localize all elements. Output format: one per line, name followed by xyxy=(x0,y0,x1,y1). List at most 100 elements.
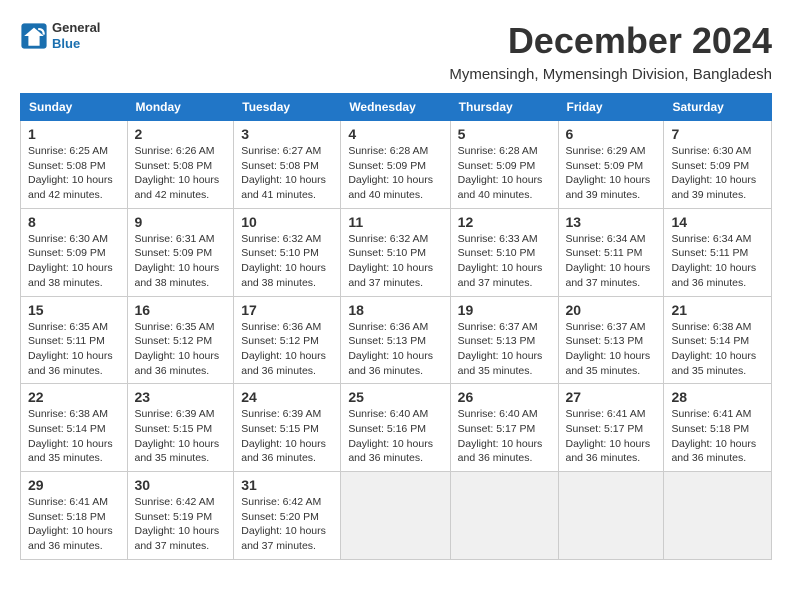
table-row: 9 Sunrise: 6:31 AMSunset: 5:09 PMDayligh… xyxy=(127,208,234,296)
table-row: 24 Sunrise: 6:39 AMSunset: 5:15 PMDaylig… xyxy=(234,384,341,472)
day-number: 27 xyxy=(566,389,657,405)
table-row: 27 Sunrise: 6:41 AMSunset: 5:17 PMDaylig… xyxy=(558,384,664,472)
day-number: 19 xyxy=(458,302,551,318)
header: General Blue December 2024 xyxy=(20,20,772,62)
logo-general: General xyxy=(52,20,100,36)
day-info: Sunrise: 6:30 AMSunset: 5:09 PMDaylight:… xyxy=(671,145,756,201)
table-row: 28 Sunrise: 6:41 AMSunset: 5:18 PMDaylig… xyxy=(664,384,772,472)
day-info: Sunrise: 6:38 AMSunset: 5:14 PMDaylight:… xyxy=(28,408,113,464)
calendar-week-row: 8 Sunrise: 6:30 AMSunset: 5:09 PMDayligh… xyxy=(21,208,772,296)
day-info: Sunrise: 6:37 AMSunset: 5:13 PMDaylight:… xyxy=(566,321,651,377)
day-info: Sunrise: 6:40 AMSunset: 5:17 PMDaylight:… xyxy=(458,408,543,464)
day-info: Sunrise: 6:35 AMSunset: 5:12 PMDaylight:… xyxy=(135,321,220,377)
table-row: 18 Sunrise: 6:36 AMSunset: 5:13 PMDaylig… xyxy=(341,296,450,384)
table-row: 1 Sunrise: 6:25 AMSunset: 5:08 PMDayligh… xyxy=(21,121,128,209)
day-info: Sunrise: 6:28 AMSunset: 5:09 PMDaylight:… xyxy=(458,145,543,201)
day-info: Sunrise: 6:25 AMSunset: 5:08 PMDaylight:… xyxy=(28,145,113,201)
day-info: Sunrise: 6:30 AMSunset: 5:09 PMDaylight:… xyxy=(28,233,113,289)
day-number: 7 xyxy=(671,126,764,142)
table-row: 6 Sunrise: 6:29 AMSunset: 5:09 PMDayligh… xyxy=(558,121,664,209)
day-info: Sunrise: 6:31 AMSunset: 5:09 PMDaylight:… xyxy=(135,233,220,289)
logo-text: General Blue xyxy=(52,20,100,51)
day-number: 18 xyxy=(348,302,442,318)
day-number: 25 xyxy=(348,389,442,405)
header-wednesday: Wednesday xyxy=(341,94,450,121)
header-saturday: Saturday xyxy=(664,94,772,121)
day-number: 5 xyxy=(458,126,551,142)
table-row: 31 Sunrise: 6:42 AMSunset: 5:20 PMDaylig… xyxy=(234,472,341,560)
table-row: 7 Sunrise: 6:30 AMSunset: 5:09 PMDayligh… xyxy=(664,121,772,209)
title-block: December 2024 xyxy=(508,20,772,62)
day-info: Sunrise: 6:36 AMSunset: 5:13 PMDaylight:… xyxy=(348,321,433,377)
table-row: 16 Sunrise: 6:35 AMSunset: 5:12 PMDaylig… xyxy=(127,296,234,384)
logo-blue: Blue xyxy=(52,36,100,52)
table-row: 4 Sunrise: 6:28 AMSunset: 5:09 PMDayligh… xyxy=(341,121,450,209)
day-number: 3 xyxy=(241,126,333,142)
day-info: Sunrise: 6:33 AMSunset: 5:10 PMDaylight:… xyxy=(458,233,543,289)
day-info: Sunrise: 6:41 AMSunset: 5:18 PMDaylight:… xyxy=(671,408,756,464)
day-info: Sunrise: 6:37 AMSunset: 5:13 PMDaylight:… xyxy=(458,321,543,377)
day-info: Sunrise: 6:39 AMSunset: 5:15 PMDaylight:… xyxy=(135,408,220,464)
day-number: 11 xyxy=(348,214,442,230)
table-row: 13 Sunrise: 6:34 AMSunset: 5:11 PMDaylig… xyxy=(558,208,664,296)
table-row: 11 Sunrise: 6:32 AMSunset: 5:10 PMDaylig… xyxy=(341,208,450,296)
table-row: 30 Sunrise: 6:42 AMSunset: 5:19 PMDaylig… xyxy=(127,472,234,560)
weekday-header-row: Sunday Monday Tuesday Wednesday Thursday… xyxy=(21,94,772,121)
day-info: Sunrise: 6:27 AMSunset: 5:08 PMDaylight:… xyxy=(241,145,326,201)
table-row: 29 Sunrise: 6:41 AMSunset: 5:18 PMDaylig… xyxy=(21,472,128,560)
header-monday: Monday xyxy=(127,94,234,121)
calendar-week-row: 22 Sunrise: 6:38 AMSunset: 5:14 PMDaylig… xyxy=(21,384,772,472)
calendar-week-row: 1 Sunrise: 6:25 AMSunset: 5:08 PMDayligh… xyxy=(21,121,772,209)
day-number: 29 xyxy=(28,477,120,493)
day-number: 17 xyxy=(241,302,333,318)
logo: General Blue xyxy=(20,20,100,51)
table-row: 14 Sunrise: 6:34 AMSunset: 5:11 PMDaylig… xyxy=(664,208,772,296)
location-title: Mymensingh, Mymensingh Division, Banglad… xyxy=(20,66,772,83)
table-row xyxy=(450,472,558,560)
table-row xyxy=(341,472,450,560)
day-info: Sunrise: 6:41 AMSunset: 5:17 PMDaylight:… xyxy=(566,408,651,464)
day-info: Sunrise: 6:42 AMSunset: 5:20 PMDaylight:… xyxy=(241,496,326,552)
table-row: 23 Sunrise: 6:39 AMSunset: 5:15 PMDaylig… xyxy=(127,384,234,472)
day-number: 15 xyxy=(28,302,120,318)
table-row: 10 Sunrise: 6:32 AMSunset: 5:10 PMDaylig… xyxy=(234,208,341,296)
day-info: Sunrise: 6:32 AMSunset: 5:10 PMDaylight:… xyxy=(241,233,326,289)
day-number: 2 xyxy=(135,126,227,142)
logo-icon xyxy=(20,22,48,50)
day-info: Sunrise: 6:36 AMSunset: 5:12 PMDaylight:… xyxy=(241,321,326,377)
day-number: 20 xyxy=(566,302,657,318)
day-info: Sunrise: 6:42 AMSunset: 5:19 PMDaylight:… xyxy=(135,496,220,552)
day-info: Sunrise: 6:34 AMSunset: 5:11 PMDaylight:… xyxy=(566,233,651,289)
table-row: 2 Sunrise: 6:26 AMSunset: 5:08 PMDayligh… xyxy=(127,121,234,209)
table-row: 26 Sunrise: 6:40 AMSunset: 5:17 PMDaylig… xyxy=(450,384,558,472)
day-number: 10 xyxy=(241,214,333,230)
day-info: Sunrise: 6:26 AMSunset: 5:08 PMDaylight:… xyxy=(135,145,220,201)
day-number: 14 xyxy=(671,214,764,230)
day-number: 31 xyxy=(241,477,333,493)
day-number: 26 xyxy=(458,389,551,405)
day-number: 28 xyxy=(671,389,764,405)
day-info: Sunrise: 6:29 AMSunset: 5:09 PMDaylight:… xyxy=(566,145,651,201)
day-info: Sunrise: 6:39 AMSunset: 5:15 PMDaylight:… xyxy=(241,408,326,464)
day-number: 6 xyxy=(566,126,657,142)
day-number: 23 xyxy=(135,389,227,405)
day-info: Sunrise: 6:34 AMSunset: 5:11 PMDaylight:… xyxy=(671,233,756,289)
day-number: 21 xyxy=(671,302,764,318)
month-title: December 2024 xyxy=(508,20,772,62)
table-row xyxy=(558,472,664,560)
table-row: 15 Sunrise: 6:35 AMSunset: 5:11 PMDaylig… xyxy=(21,296,128,384)
table-row: 21 Sunrise: 6:38 AMSunset: 5:14 PMDaylig… xyxy=(664,296,772,384)
day-number: 1 xyxy=(28,126,120,142)
header-friday: Friday xyxy=(558,94,664,121)
day-info: Sunrise: 6:32 AMSunset: 5:10 PMDaylight:… xyxy=(348,233,433,289)
day-number: 8 xyxy=(28,214,120,230)
calendar-week-row: 15 Sunrise: 6:35 AMSunset: 5:11 PMDaylig… xyxy=(21,296,772,384)
table-row: 12 Sunrise: 6:33 AMSunset: 5:10 PMDaylig… xyxy=(450,208,558,296)
day-number: 30 xyxy=(135,477,227,493)
header-tuesday: Tuesday xyxy=(234,94,341,121)
calendar-week-row: 29 Sunrise: 6:41 AMSunset: 5:18 PMDaylig… xyxy=(21,472,772,560)
table-row: 17 Sunrise: 6:36 AMSunset: 5:12 PMDaylig… xyxy=(234,296,341,384)
day-info: Sunrise: 6:28 AMSunset: 5:09 PMDaylight:… xyxy=(348,145,433,201)
table-row: 20 Sunrise: 6:37 AMSunset: 5:13 PMDaylig… xyxy=(558,296,664,384)
day-info: Sunrise: 6:40 AMSunset: 5:16 PMDaylight:… xyxy=(348,408,433,464)
